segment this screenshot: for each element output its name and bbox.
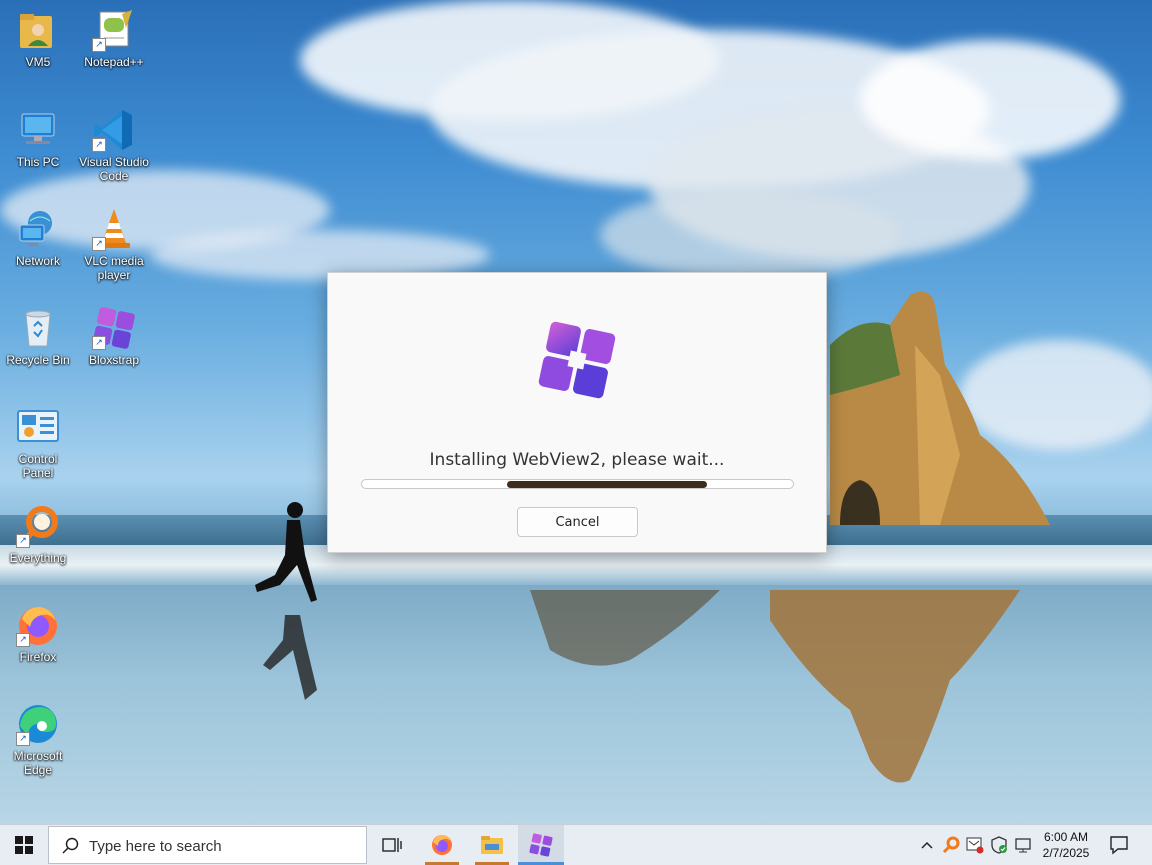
shortcut-arrow-icon: ↗ [16, 534, 30, 548]
desktop-icon-microsoft-edge[interactable]: ↗ Microsoft Edge [2, 702, 74, 777]
bloxstrap-icon [529, 833, 553, 857]
shortcut-arrow-icon: ↗ [16, 633, 30, 647]
notification-center-button[interactable] [1108, 835, 1130, 855]
computer-icon [16, 108, 60, 152]
desktop-icon-label: Recycle Bin [6, 353, 70, 367]
file-explorer-icon [481, 836, 503, 854]
desktop-icon-network[interactable]: Network [2, 207, 74, 268]
network-tray-icon[interactable] [1013, 835, 1033, 855]
shortcut-arrow-icon: ↗ [92, 336, 106, 350]
clock-time: 6:00 AM [1043, 830, 1089, 844]
progress-indicator [507, 481, 707, 488]
search-placeholder: Type here to search [89, 838, 222, 855]
clock-date: 2/7/2025 [1042, 846, 1090, 860]
start-button[interactable] [0, 825, 48, 865]
microsoft-edge-icon: ↗ [16, 702, 60, 746]
desktop-icon-bloxstrap[interactable]: ↗ Bloxstrap [78, 306, 150, 367]
desktop-icon-firefox[interactable]: ↗ Firefox [2, 603, 74, 664]
taskbar-clock[interactable]: 6:00 AM 2/7/2025 [1036, 829, 1096, 861]
distant-reflection [530, 590, 720, 666]
desktop-icon-label: Notepad++ [84, 55, 144, 69]
rock-reflection [770, 590, 1020, 783]
shortcut-arrow-icon: ↗ [16, 732, 30, 746]
runner-silhouette [255, 502, 317, 700]
desktop-icon-label: VLC media player [84, 254, 144, 282]
desktop-icon-label: Everything [9, 551, 67, 565]
visual-studio-code-icon: ↗ [92, 108, 136, 152]
everything-search-icon: ↗ [16, 504, 60, 548]
security-shield-tray-icon[interactable] [989, 835, 1009, 855]
user-folder-icon [16, 8, 60, 52]
recycle-bin-icon [16, 306, 60, 350]
shortcut-arrow-icon: ↗ [92, 138, 106, 152]
taskbar-bloxstrap-button[interactable] [518, 825, 564, 865]
desktop-icon-label: Bloxstrap [88, 353, 140, 367]
webview2-installer-dialog: Installing WebView2, please wait... Canc… [327, 272, 827, 553]
show-hidden-icons-chevron-icon[interactable] [917, 835, 937, 855]
desktop-icon-label: Visual Studio Code [79, 155, 149, 183]
desktop-icon-everything[interactable]: ↗ Everything [2, 504, 74, 565]
firefox-icon [432, 835, 452, 855]
search-icon [62, 837, 79, 854]
notepad-plus-plus-icon: ↗ [92, 8, 136, 52]
driver-warning-tray-icon[interactable] [965, 835, 985, 855]
bloxstrap-logo-icon [536, 319, 618, 401]
task-view-button[interactable] [369, 825, 415, 865]
desktop-icon-label: VM5 [25, 55, 51, 69]
control-panel-icon [16, 405, 60, 449]
network-icon [16, 207, 60, 251]
task-view-icon [382, 838, 402, 852]
taskbar: Type here to search 6:00 AM 2/7/2025 [0, 824, 1152, 865]
windows-logo-icon [15, 836, 33, 854]
taskbar-search-box[interactable]: Type here to search [48, 826, 367, 864]
cancel-button[interactable]: Cancel [517, 507, 638, 537]
desktop-icon-label: Control Panel [18, 452, 58, 480]
shortcut-arrow-icon: ↗ [92, 237, 106, 251]
desktop-icon-vlc[interactable]: ↗ VLC media player [78, 207, 150, 282]
desktop-icon-label: This PC [16, 155, 60, 169]
bloxstrap-icon: ↗ [92, 306, 136, 350]
desktop-icon-notepad-plus-plus[interactable]: ↗ Notepad++ [78, 8, 150, 69]
rock-formation [830, 291, 1050, 525]
desktop-icon-label: Network [15, 254, 60, 268]
notification-icon [1110, 836, 1128, 855]
vlc-cone-icon: ↗ [92, 207, 136, 251]
install-progress-bar [361, 479, 794, 489]
desktop-icon-vm5[interactable]: VM5 [2, 8, 74, 69]
everything-tray-icon[interactable] [941, 835, 961, 855]
install-status-text: Installing WebView2, please wait... [429, 450, 725, 470]
desktop-icon-recycle-bin[interactable]: Recycle Bin [2, 306, 74, 367]
desktop-icon-this-pc[interactable]: This PC [2, 108, 74, 169]
desktop-icon-label: Firefox [19, 650, 57, 664]
taskbar-file-explorer-button[interactable] [469, 825, 515, 865]
desktop-icon-label: Microsoft Edge [13, 749, 63, 777]
desktop-icon-control-panel[interactable]: Control Panel [2, 405, 74, 480]
desktop-icon-vscode[interactable]: ↗ Visual Studio Code [78, 108, 150, 183]
taskbar-firefox-button[interactable] [419, 825, 465, 865]
shortcut-arrow-icon: ↗ [92, 38, 106, 52]
firefox-icon: ↗ [16, 603, 60, 647]
